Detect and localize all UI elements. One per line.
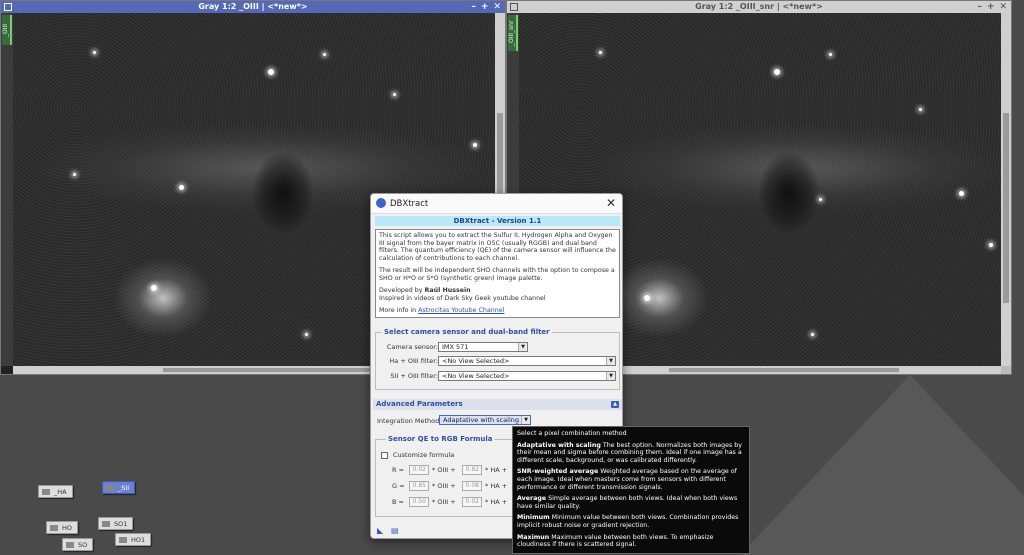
tooltip-item: SNR-weighted average Weighted average ba… [517, 468, 737, 491]
chevron-down-icon: ▼ [518, 343, 527, 351]
ha-term: * HA + [485, 498, 508, 506]
view-icon-ha[interactable]: _HA [38, 485, 73, 498]
oiii-term: * OIII + [432, 498, 456, 506]
info-description: This script allows you to extract the Su… [379, 232, 616, 262]
sii-filter-label: SII + OIII filter: [390, 372, 438, 380]
tooltip-item: Average Simple average between both view… [517, 495, 738, 510]
dialog-titlebar[interactable]: DBXtract ✕ [371, 194, 622, 214]
version-banner: DBXtract - Version 1.1 [375, 216, 620, 226]
window-sidebar: _OIII [1, 13, 13, 366]
camera-sensor-label: Camera sensor: [386, 343, 438, 351]
integration-method-label: Integration Method: [377, 417, 442, 425]
close-icon[interactable]: ✕ [999, 1, 1007, 13]
minimize-icon[interactable]: – [471, 1, 476, 13]
window-titlebar[interactable]: Gray 1:2 _OIII | <*new*> – + ✕ [1, 1, 505, 13]
oiii-term: * OIII + [432, 482, 456, 490]
qe-r-ha-field[interactable]: 0.82 [462, 465, 482, 475]
vertical-scrollbar[interactable] [1001, 13, 1011, 366]
view-tab[interactable]: _OIII_snr [508, 15, 518, 51]
info-panel: This script allows you to extract the Su… [375, 229, 620, 318]
window-corner [1001, 366, 1011, 374]
qe-b-label: B = [392, 498, 404, 506]
close-icon[interactable]: ✕ [606, 196, 616, 210]
window-title: Gray 1:2 _OIII | <*new*> [198, 2, 308, 11]
workspace-backdrop [740, 375, 1024, 555]
view-icon-so1[interactable]: SO1 [98, 517, 134, 530]
tooltip-item: Minimum Minimum value between both views… [517, 514, 739, 529]
sensor-group: Select camera sensor and dual-band filte… [375, 328, 620, 390]
qe-r-label: R = [392, 466, 405, 474]
qe-r-oiii-field[interactable]: 0.02 [409, 465, 429, 475]
window-title: Gray 1:2 _OIII_snr | <*new*> [695, 2, 823, 11]
ha-term: * HA + [485, 482, 508, 490]
documentation-icon[interactable]: ▤ [391, 527, 399, 535]
info-inspired: Inspired in videos of Dark Sky Geek yout… [379, 294, 546, 302]
sensor-group-title: Select camera sensor and dual-band filte… [382, 328, 552, 337]
window-menu-icon[interactable] [510, 3, 518, 11]
chevron-down-icon: ▼ [521, 416, 530, 424]
close-icon[interactable]: ✕ [493, 1, 501, 13]
info-result: The result will be independent SHO chann… [379, 267, 615, 282]
qe-group-title: Sensor QE to RGB Formula [386, 435, 495, 444]
app-logo-icon [376, 198, 386, 208]
window-menu-icon[interactable] [4, 3, 12, 11]
integration-method-tooltip: Select a pixel combination method Adapta… [512, 426, 750, 554]
ha-term: * HA + [485, 466, 508, 474]
chevron-down-icon: ▼ [606, 357, 615, 365]
tooltip-heading: Select a pixel combination method [517, 430, 627, 437]
collapse-icon[interactable]: ▲ [611, 401, 619, 408]
ha-filter-label: Ha + OIII filter: [389, 357, 438, 365]
chevron-down-icon: ▼ [606, 372, 615, 380]
customize-formula-checkbox[interactable] [381, 452, 388, 459]
minimize-icon[interactable]: – [977, 1, 982, 13]
info-developer: Developed by Raúl Hussein [379, 287, 471, 294]
ha-filter-select[interactable]: <No View Selected> ▼ [438, 356, 616, 366]
qe-b-oiii-field[interactable]: 0.50 [409, 497, 429, 507]
qe-g-ha-field[interactable]: 0.08 [462, 481, 482, 491]
customize-formula-label: Customize formula [393, 451, 455, 459]
integration-method-select[interactable]: Adaptative with scaling ▼ [439, 415, 531, 425]
camera-sensor-select[interactable]: IMX 571 ▼ [438, 342, 528, 352]
tooltip-item: Adaptative with scaling The best option.… [517, 441, 743, 464]
maximize-icon[interactable]: + [481, 1, 489, 13]
maximize-icon[interactable]: + [987, 1, 995, 13]
tooltip-item: Maximun Maximum value between both views… [517, 533, 714, 549]
view-tab[interactable]: _OIII [2, 15, 12, 45]
view-icon-sii[interactable]: _SII [102, 481, 136, 494]
qe-g-oiii-field[interactable]: 0.85 [409, 481, 429, 491]
qe-g-label: G = [392, 482, 405, 490]
new-instance-icon[interactable]: ◣ [377, 527, 385, 535]
youtube-link[interactable]: Astrocitas Youtube Channel [418, 307, 504, 314]
view-icon-ho1[interactable]: HO1 [115, 533, 152, 546]
view-icon-so[interactable]: SO [62, 538, 94, 551]
oiii-term: * OIII + [432, 466, 456, 474]
view-icon-ho[interactable]: HO [46, 521, 79, 534]
sii-filter-select[interactable]: <No View Selected> ▼ [438, 371, 616, 381]
qe-b-ha-field[interactable]: 0.02 [462, 497, 482, 507]
advanced-parameters-header[interactable]: Advanced Parameters ▲ [373, 399, 622, 410]
dialog-title: DBXtract [390, 199, 429, 209]
window-titlebar[interactable]: Gray 1:2 _OIII_snr | <*new*> – + ✕ [507, 1, 1011, 13]
info-more: More info in Astrocitas Youtube Channel [379, 307, 505, 314]
